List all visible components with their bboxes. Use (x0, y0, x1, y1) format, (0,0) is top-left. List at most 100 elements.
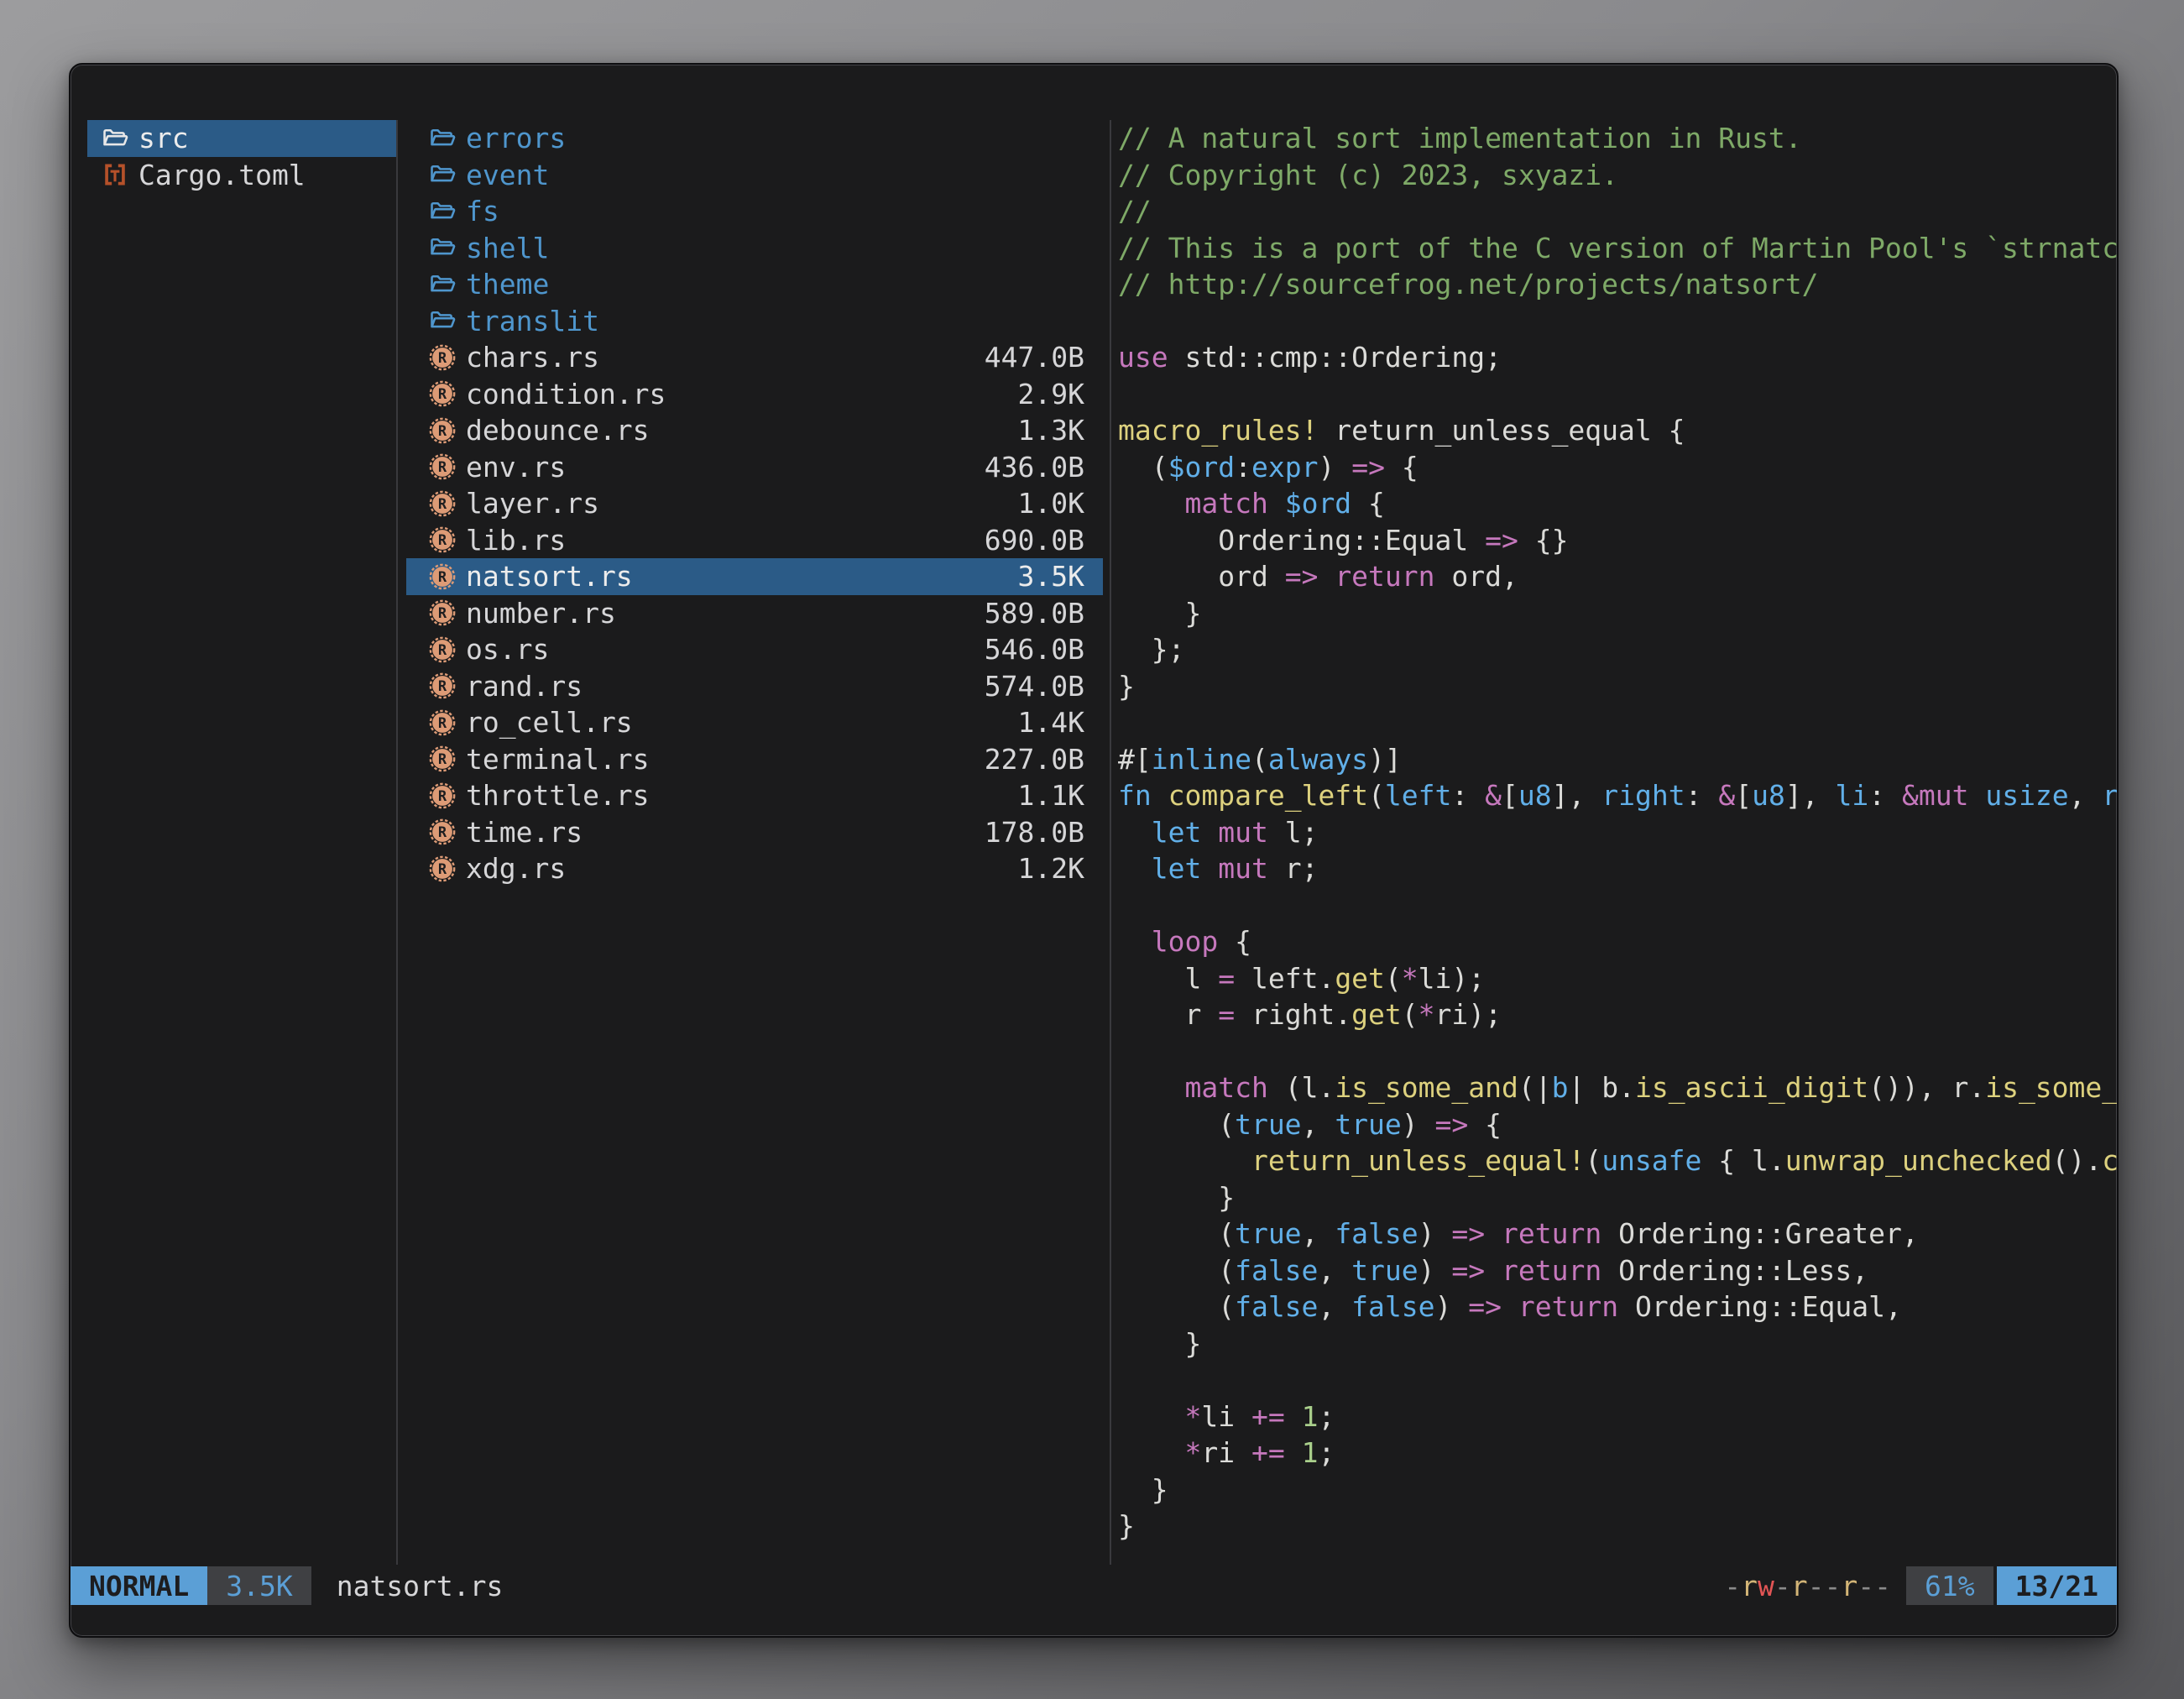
folder-open-icon (428, 233, 457, 262)
file-name: terminal.rs (466, 743, 978, 776)
file-size: 227.0B (985, 743, 1084, 776)
file-row-env.rs[interactable]: Renv.rs436.0B (406, 449, 1103, 486)
file-row-event[interactable]: event (406, 157, 1103, 194)
rust-icon: R (428, 855, 457, 883)
rust-icon: R (428, 489, 457, 518)
file-row-terminal.rs[interactable]: Rterminal.rs227.0B (406, 741, 1103, 778)
file-row-rand.rs[interactable]: Rrand.rs574.0B (406, 668, 1103, 705)
parent-item-Cargo.toml[interactable]: Cargo.toml (87, 157, 396, 194)
mode-badge: NORMAL (71, 1566, 207, 1605)
file-name: os.rs (466, 633, 978, 666)
file-name: layer.rs (466, 487, 1011, 520)
code-line: (false, false) => return Ordering::Equal… (1118, 1289, 2117, 1325)
yazi-file-manager-window: src Cargo.toml errors eventfsshell themetra… (69, 63, 2119, 1638)
file-preview-pane[interactable]: // A natural sort implementation in Rust… (1118, 120, 2117, 1560)
file-row-natsort.rs[interactable]: Rnatsort.rs3.5K (406, 558, 1103, 595)
code-line: macro_rules! return_unless_equal { (1118, 412, 2117, 449)
code-line: match (l.is_some_and(|b| b.is_ascii_digi… (1118, 1069, 2117, 1106)
file-size: 1.2K (1018, 852, 1084, 885)
folder-open-icon (428, 124, 457, 153)
code-line (1118, 1362, 2117, 1398)
file-row-translit[interactable]: translit (406, 303, 1103, 340)
code-line: } (1118, 1508, 2117, 1545)
file-row-time.rs[interactable]: Rtime.rs178.0B (406, 814, 1103, 851)
file-size: 1.4K (1018, 706, 1084, 739)
file-name: xdg.rs (466, 852, 1011, 885)
rust-icon: R (428, 379, 457, 408)
file-row-condition.rs[interactable]: Rcondition.rs2.9K (406, 376, 1103, 413)
file-row-fs[interactable]: fs (406, 193, 1103, 230)
file-name: event (466, 159, 1078, 191)
rust-icon: R (428, 343, 457, 372)
code-line: // A natural sort implementation in Rust… (1118, 120, 2117, 157)
status-filename: natsort.rs (337, 1570, 504, 1602)
svg-text:R: R (438, 350, 447, 367)
file-row-layer.rs[interactable]: Rlayer.rs1.0K (406, 485, 1103, 522)
file-row-number.rs[interactable]: Rnumber.rs589.0B (406, 595, 1103, 632)
folder-open-icon (428, 197, 457, 226)
file-size: 546.0B (985, 633, 1084, 666)
svg-text:R: R (438, 569, 447, 586)
file-row-shell[interactable]: shell (406, 230, 1103, 267)
parent-item-src[interactable]: src (87, 120, 396, 157)
svg-text:R: R (438, 459, 447, 476)
rust-icon: R (428, 525, 457, 554)
svg-text:R: R (438, 496, 447, 513)
file-name: src (138, 122, 189, 154)
svg-text:R: R (438, 788, 447, 805)
svg-text:R: R (438, 532, 447, 549)
folder-open-icon (101, 124, 129, 153)
svg-text:R: R (438, 824, 447, 841)
file-row-throttle.rs[interactable]: Rthrottle.rs1.1K (406, 777, 1103, 814)
rust-icon: R (428, 599, 457, 627)
code-line: #[inline(always)] (1118, 741, 2117, 778)
file-row-xdg.rs[interactable]: Rxdg.rs1.2K (406, 850, 1103, 887)
file-row-chars.rs[interactable]: Rchars.rs447.0B (406, 339, 1103, 376)
file-name: chars.rs (466, 341, 978, 374)
parent-directory-pane[interactable]: src Cargo.toml (87, 120, 396, 193)
file-row-lib.rs[interactable]: Rlib.rs690.0B (406, 522, 1103, 559)
toml-icon (101, 160, 129, 189)
scroll-percent-badge: 61% (1906, 1566, 1993, 1605)
code-line: let mut r; (1118, 850, 2117, 887)
file-size-badge: 3.5K (207, 1566, 311, 1605)
file-row-debounce.rs[interactable]: Rdebounce.rs1.3K (406, 412, 1103, 449)
file-row-os.rs[interactable]: Ros.rs546.0B (406, 631, 1103, 668)
file-size: 589.0B (985, 597, 1084, 630)
file-name: rand.rs (466, 670, 978, 703)
svg-text:R: R (438, 861, 447, 878)
rust-icon: R (428, 745, 457, 773)
cursor-position-badge: 13/21 (1997, 1566, 2117, 1605)
svg-text:R: R (438, 423, 447, 440)
file-size: 1.1K (1018, 779, 1084, 812)
pane-separator (396, 120, 398, 1565)
file-name: theme (466, 268, 1078, 301)
code-line (1118, 376, 2117, 413)
status-bar-right: -rw-r--r-- 61% 13/21 (1724, 1566, 2117, 1605)
code-line: fn compare_left(left: &[u8], right: &[u8… (1118, 777, 2117, 814)
status-bar-left: NORMAL 3.5K natsort.rs (71, 1566, 503, 1605)
code-line: use std::cmp::Ordering; (1118, 339, 2117, 376)
code-line (1118, 887, 2117, 924)
code-line: } (1118, 668, 2117, 705)
code-line: // http://sourcefrog.net/projects/natsor… (1118, 266, 2117, 303)
rust-icon: R (428, 562, 457, 591)
file-name: number.rs (466, 597, 978, 630)
file-name: Cargo.toml (138, 159, 306, 191)
current-directory-pane[interactable]: errorseventfsshellthemetranslitRchars.rs… (406, 120, 1103, 887)
code-line: } (1118, 1472, 2117, 1508)
code-line (1118, 1033, 2117, 1070)
file-row-ro_cell.rs[interactable]: Rro_cell.rs1.4K (406, 704, 1103, 741)
svg-text:R: R (438, 642, 447, 659)
file-name: throttle.rs (466, 779, 1011, 812)
file-name: debounce.rs (466, 414, 1011, 447)
file-size: 1.0K (1018, 487, 1084, 520)
file-name: env.rs (466, 451, 978, 484)
file-row-errors[interactable]: errors (406, 120, 1103, 157)
file-name: shell (466, 232, 1078, 264)
code-line: // (1118, 193, 2117, 230)
code-line (1118, 303, 2117, 340)
file-name: errors (466, 122, 1078, 154)
file-row-theme[interactable]: theme (406, 266, 1103, 303)
rust-icon: R (428, 452, 457, 481)
